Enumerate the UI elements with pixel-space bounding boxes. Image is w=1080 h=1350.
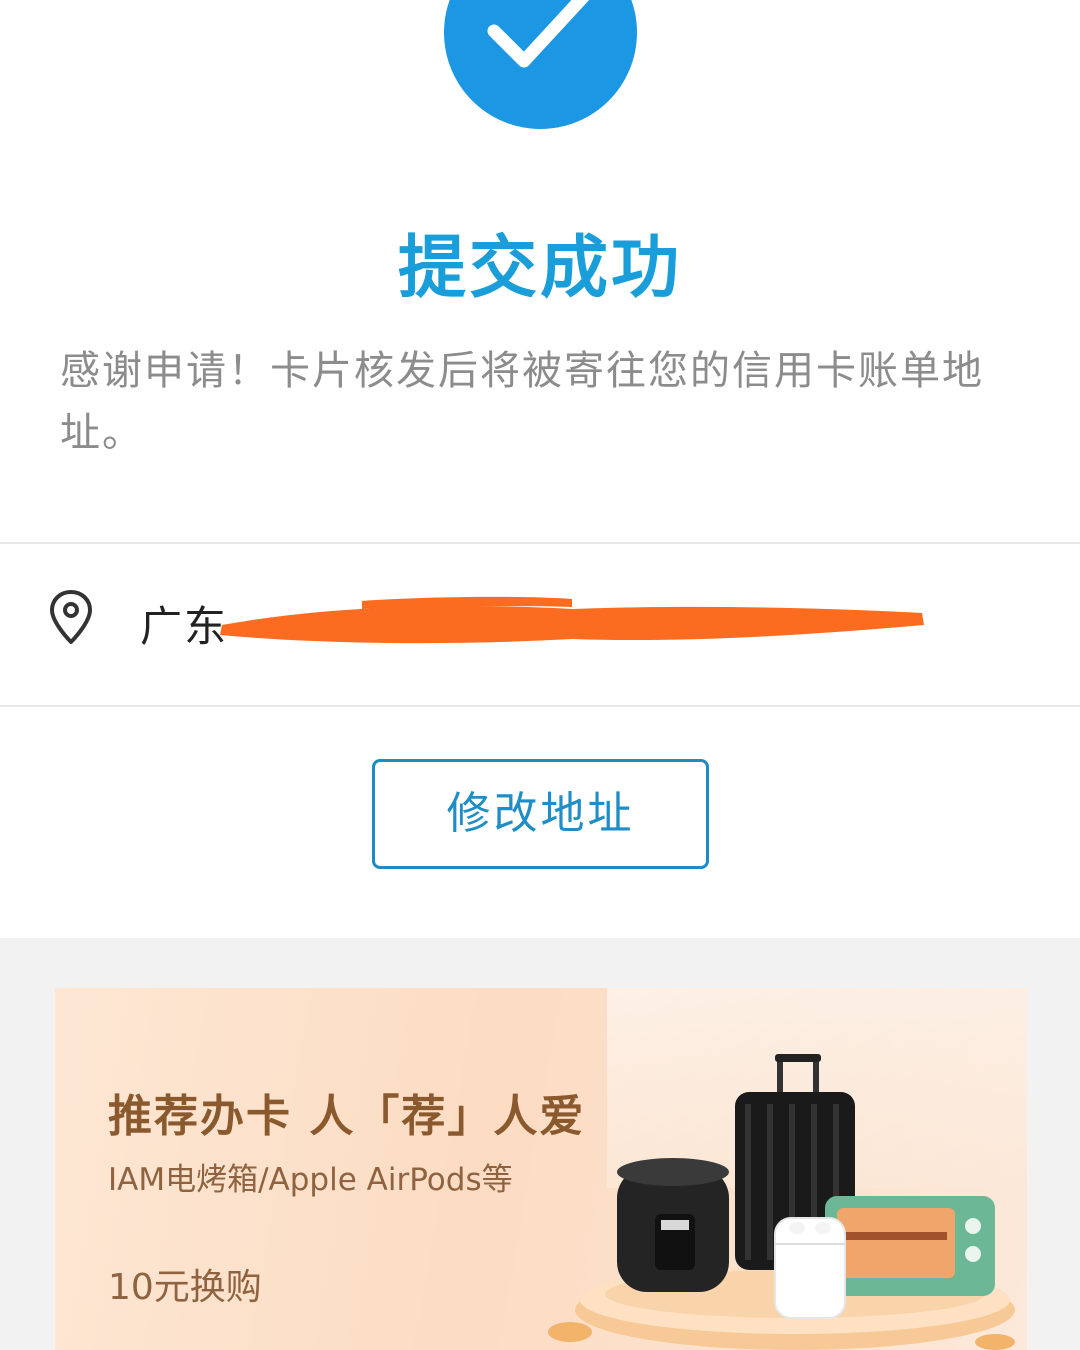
divider-bottom [0, 705, 1080, 707]
rice-cooker-icon [617, 1158, 729, 1292]
success-description: 感谢申请！卡片核发后将被寄往您的信用卡账单地址。 [60, 348, 984, 456]
promo-banner[interactable]: 推荐办卡 人「荐」人爱 IAM电烤箱/Apple AirPods等 10元换购 [55, 988, 1027, 1350]
redaction-mark [220, 596, 924, 644]
promo-products-illustration [548, 1054, 1015, 1350]
address-row: 广东 [0, 545, 1080, 705]
promo-title: 推荐办卡 人「荐」人爱 [108, 1091, 586, 1142]
modify-address-button[interactable]: 修改地址 [372, 759, 709, 869]
check-icon [487, 0, 590, 68]
toaster-oven-icon [825, 1196, 995, 1296]
success-check-icon [444, 0, 637, 129]
divider-top [0, 542, 1080, 544]
promo-subtitle: IAM电烤箱/Apple AirPods等 [108, 1162, 513, 1198]
airpods-icon [774, 1217, 846, 1319]
success-title: 提交成功 [397, 229, 682, 308]
location-pin-icon [50, 590, 92, 644]
promo-price: 10元换购 [108, 1267, 262, 1308]
